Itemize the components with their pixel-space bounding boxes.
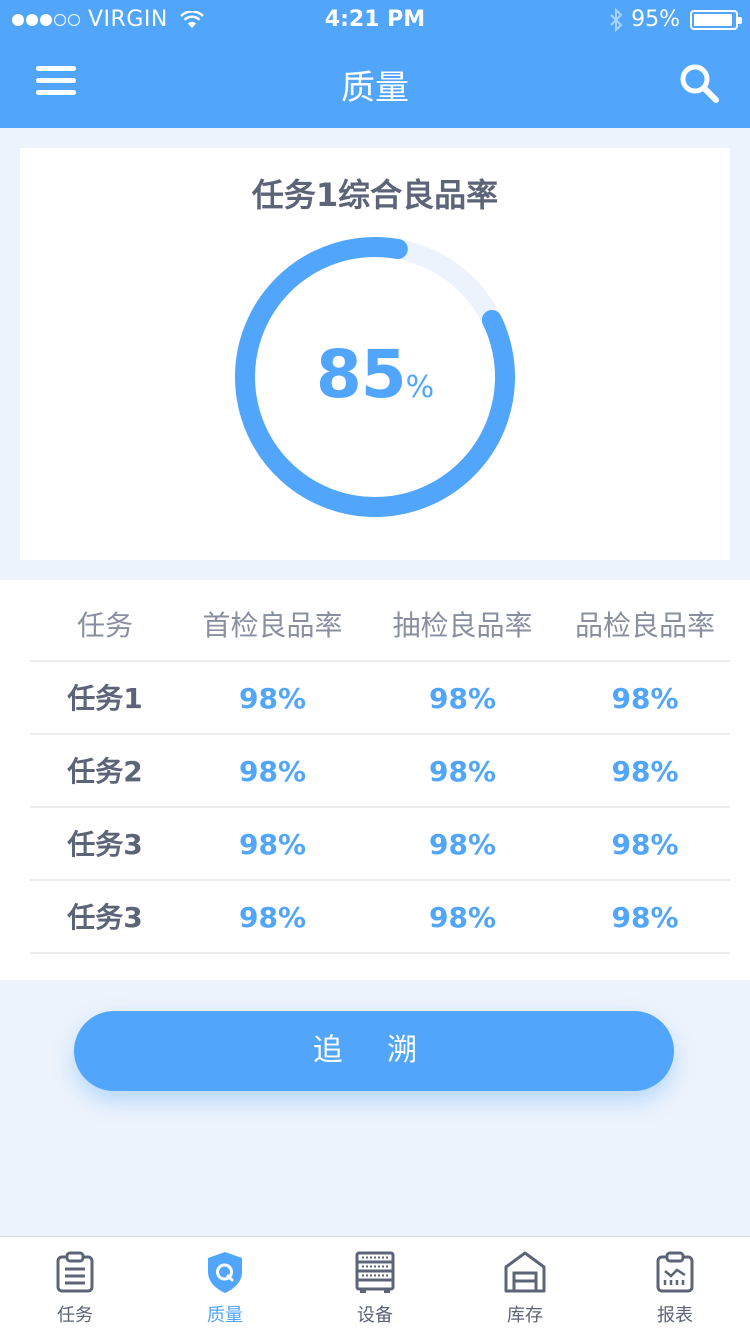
sampling-inspection-rate: 98% (428, 901, 497, 934)
first-inspection-rate: 98% (238, 901, 307, 934)
summary-title: 任务1综合良品率 (251, 176, 499, 214)
gauge-unit: % (405, 370, 435, 405)
bluetooth-icon (610, 7, 623, 32)
column-header-first-inspection: 首检良品率 (202, 609, 343, 642)
table-row[interactable]: 任务1 98% 98% 98% (30, 663, 730, 735)
status-bar: VIRGIN 4:21 PM 95% (0, 0, 750, 40)
first-inspection-rate: 98% (238, 682, 307, 715)
tab-label: 设备 (357, 1305, 393, 1326)
page-title: 质量 (341, 68, 409, 108)
shield-q-icon (208, 1252, 242, 1293)
tab-label: 报表 (657, 1305, 693, 1326)
sampling-inspection-rate: 98% (428, 828, 497, 861)
table-row[interactable]: 任务3 98% 98% 98% (30, 809, 730, 881)
quality-inspection-rate: 98% (611, 755, 679, 788)
search-icon[interactable] (678, 62, 720, 104)
app-header: VIRGIN 4:21 PM 95% 质量 (0, 0, 750, 128)
tab-equipment[interactable]: 设备 (300, 1237, 450, 1334)
gauge-number: 85 (315, 336, 407, 413)
column-header-task: 任务 (76, 609, 133, 642)
trace-button[interactable]: 追 溯 (74, 1011, 674, 1091)
tab-label: 任务 (57, 1305, 93, 1326)
yield-gauge: 85% (234, 236, 516, 518)
server-rack-icon (355, 1251, 395, 1293)
sampling-inspection-rate: 98% (428, 755, 497, 788)
report-chart-icon (656, 1251, 694, 1293)
task-name: 任务3 (67, 901, 143, 934)
battery-level (694, 13, 732, 26)
tab-label: 库存 (507, 1305, 543, 1326)
sampling-inspection-rate: 98% (428, 682, 497, 715)
table-row[interactable]: 任务2 98% 98% 98% (30, 736, 730, 808)
column-header-quality-inspection: 品检良品率 (574, 609, 715, 642)
first-inspection-rate: 98% (238, 755, 307, 788)
status-right: 95% (609, 7, 742, 32)
tab-quality[interactable]: 质量 (150, 1237, 300, 1334)
yield-table: 任务 首检良品率 抽检良品率 品检良品率 任务1 98% 98% 98% 任务2… (0, 580, 750, 980)
task-name: 任务1 (67, 682, 143, 715)
tab-inventory[interactable]: 库存 (450, 1237, 600, 1334)
battery-icon (690, 9, 742, 30)
quality-inspection-rate: 98% (611, 901, 679, 934)
task-name: 任务3 (67, 828, 143, 861)
table-header-row: 任务 首检良品率 抽检良品率 品检良品率 (30, 590, 730, 662)
task-name: 任务2 (67, 755, 143, 788)
warehouse-icon (504, 1251, 546, 1293)
gauge-value: 85% (234, 336, 516, 413)
tab-reports[interactable]: 报表 (600, 1237, 750, 1334)
yield-summary-card: 任务1综合良品率 85% (20, 148, 730, 560)
clipboard-list-icon (56, 1251, 94, 1293)
battery-percent: 95% (631, 7, 680, 32)
first-inspection-rate: 98% (238, 828, 307, 861)
bottom-tab-bar: 任务 质量 设备 库存 报表 (0, 1236, 750, 1334)
quality-inspection-rate: 98% (611, 682, 679, 715)
table-row[interactable]: 任务3 98% 98% 98% (30, 882, 730, 954)
tab-tasks[interactable]: 任务 (0, 1237, 150, 1334)
column-header-sampling-inspection: 抽检良品率 (392, 609, 533, 642)
quality-inspection-rate: 98% (611, 828, 679, 861)
tab-label: 质量 (207, 1305, 243, 1326)
